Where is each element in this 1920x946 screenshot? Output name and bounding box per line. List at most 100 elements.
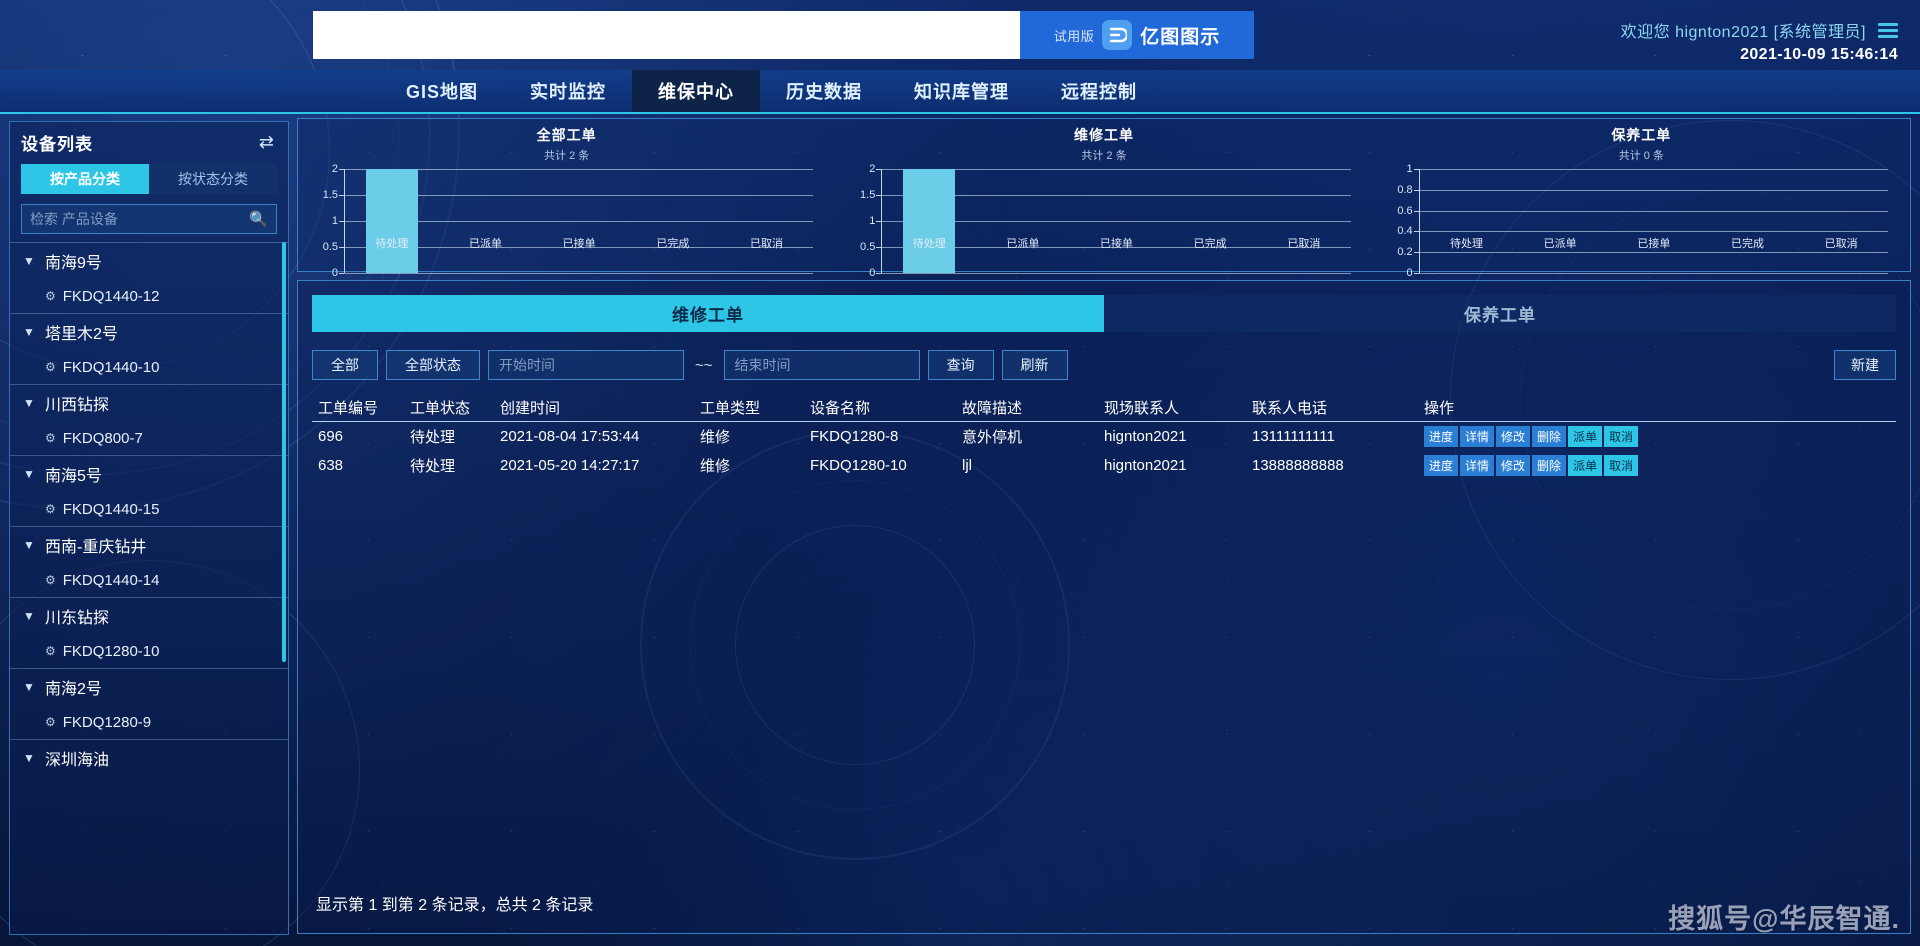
col-order-id[interactable]: 工单编号 — [312, 394, 404, 422]
tree-leaf-device[interactable]: ⚙ FKDQ1440-15 — [10, 492, 288, 526]
date-range-separator: ~~ — [695, 356, 713, 374]
refresh-button[interactable]: 刷新 — [1001, 350, 1068, 380]
edraw-logo-icon — [1102, 20, 1133, 50]
tree-leaf-device[interactable]: ⚙ FKDQ800-7 — [10, 421, 288, 455]
table-row[interactable]: 696 待处理 2021-08-04 17:53:44 维修 FKDQ1280-… — [312, 422, 1896, 452]
chart-y-tick — [1413, 169, 1419, 170]
tree-node-chuanxi[interactable]: ▼ 川西钻探 — [10, 385, 288, 421]
filter-all-button[interactable]: 全部 — [312, 350, 378, 380]
col-device-name[interactable]: 设备名称 — [804, 394, 956, 422]
action-detail-button[interactable]: 详情 — [1460, 455, 1495, 476]
col-order-type[interactable]: 工单类型 — [694, 394, 804, 422]
chart-bar — [365, 169, 419, 273]
tree-leaf-device[interactable]: ⚙ FKDQ1440-12 — [10, 279, 288, 313]
col-contact-phone[interactable]: 联系人电话 — [1246, 394, 1418, 422]
nav-item-maintenance-center[interactable]: 维保中心 — [632, 70, 761, 112]
col-fault-desc[interactable]: 故障描述 — [956, 394, 1098, 422]
table-header-row: 工单编号 工单状态 创建时间 工单类型 设备名称 故障描述 现场联系人 联系人电… — [312, 394, 1896, 422]
watermark-brand-label: 亿图图示 — [1140, 26, 1221, 48]
action-edit-button[interactable]: 修改 — [1496, 426, 1531, 447]
sidebar-scrollbar[interactable] — [282, 242, 286, 662]
chart-plot-area: 0 0.5 1 1.5 2 — [323, 163, 814, 279]
action-dispatch-button[interactable]: 派单 — [1568, 455, 1603, 476]
chart-y-tick-label: 0.8 — [1397, 183, 1413, 196]
cell-device-name: FKDQ1280-10 — [810, 457, 907, 474]
search-icon[interactable]: 🔍 — [249, 210, 268, 228]
device-icon: ⚙ — [45, 573, 56, 587]
chart-subtitle: 共计 2 条 — [1081, 150, 1127, 162]
tree-node-talimu2[interactable]: ▼ 塔里木2号 — [10, 314, 288, 350]
action-dispatch-button[interactable]: 派单 — [1568, 426, 1603, 447]
new-order-button[interactable]: 新建 — [1834, 350, 1896, 380]
chart-y-tick — [1413, 189, 1419, 191]
action-cancel-button[interactable]: 取消 — [1604, 426, 1639, 447]
tree-leaf-device[interactable]: ⚙ FKDQ1280-9 — [10, 705, 288, 739]
action-progress-button[interactable]: 进度 — [1424, 426, 1459, 447]
chart-repair-orders: 维修工单 共计 2 条 0 0.5 1 1.5 2 待处理 已派单 已接单 已完成 已取消 — [835, 119, 1372, 279]
chart-x-axis — [1418, 273, 1888, 274]
device-icon: ⚙ — [45, 715, 56, 729]
query-button[interactable]: 查询 — [927, 350, 994, 380]
start-time-field[interactable]: 开始时间 — [488, 350, 684, 380]
col-site-contact[interactable]: 现场联系人 — [1098, 394, 1246, 422]
tree-node-nanhai9[interactable]: ▼ 南海9号 — [10, 243, 288, 279]
col-order-status[interactable]: 工单状态 — [404, 394, 494, 422]
swap-arrows-icon[interactable]: ⇄ — [259, 133, 274, 151]
filter-status-button[interactable]: 全部状态 — [386, 350, 480, 380]
end-time-field[interactable]: 结束时间 — [723, 350, 920, 380]
action-delete-button[interactable]: 删除 — [1532, 426, 1567, 447]
col-created-time[interactable]: 创建时间 — [494, 394, 694, 422]
chevron-down-icon: ▼ — [23, 680, 35, 694]
tree-group: ▼ 塔里木2号 ⚙ FKDQ1440-10 — [10, 313, 288, 384]
chart-bar-slot — [976, 169, 1070, 273]
tree-node-shenzhen-haiyou[interactable]: ▼ 深圳海油 — [10, 740, 288, 776]
tree-node-label: 塔里木2号 — [45, 326, 118, 343]
tab-repair-orders[interactable]: 维修工单 — [312, 295, 1104, 332]
tree-node-nanhai2[interactable]: ▼ 南海2号 — [10, 669, 288, 705]
tree-leaf-device[interactable]: ⚙ FKDQ1440-14 — [10, 563, 288, 597]
hamburger-menu-icon[interactable] — [1878, 22, 1898, 38]
user-info-box: 欢迎您 hignton2021 [系统管理员] 2021-10-09 15:46… — [1621, 18, 1898, 64]
chart-bar-slot — [1607, 169, 1701, 273]
chart-bar-slot — [626, 169, 720, 273]
chevron-down-icon: ▼ — [23, 609, 35, 623]
tree-node-xinan-chongqing[interactable]: ▼ 西南-重庆钻井 — [10, 527, 288, 563]
action-detail-button[interactable]: 详情 — [1460, 426, 1495, 447]
tree-leaf-device[interactable]: ⚙ FKDQ1440-10 — [10, 350, 288, 384]
action-progress-button[interactable]: 进度 — [1424, 455, 1459, 476]
chart-y-tick-label: 0.2 — [1397, 246, 1413, 259]
chevron-down-icon: ▼ — [23, 325, 35, 339]
action-edit-button[interactable]: 修改 — [1496, 455, 1531, 476]
chart-x-tick-label: 待处理 — [375, 238, 409, 250]
device-search-input[interactable] — [30, 211, 250, 227]
nav-item-history-data[interactable]: 历史数据 — [760, 70, 888, 112]
sidebar-title: 设备列表 — [21, 134, 93, 154]
main-content: 全部工单 共计 2 条 0 0.5 1 1.5 2 待处理 已派单 已接单 已完成 已取消 维修… — [297, 118, 1911, 936]
nav-item-realtime-monitor[interactable]: 实时监控 — [504, 70, 632, 112]
tree-leaf-device[interactable]: ⚙ FKDQ1280-10 — [10, 634, 288, 668]
action-cancel-button[interactable]: 取消 — [1604, 455, 1639, 476]
end-time-placeholder: 结束时间 — [734, 357, 791, 373]
action-delete-button[interactable]: 删除 — [1532, 455, 1567, 476]
tree-node-label: 南海9号 — [45, 255, 102, 272]
order-type-tabs: 维修工单 保养工单 — [312, 295, 1896, 332]
tree-group: ▼ 川西钻探 ⚙ FKDQ800-7 — [10, 384, 288, 455]
table-row[interactable]: 638 待处理 2021-05-20 14:27:17 维修 FKDQ1280-… — [312, 451, 1896, 480]
nav-item-gis[interactable]: GIS地图 — [380, 70, 504, 112]
nav-item-knowledge-base[interactable]: 知识库管理 — [888, 70, 1035, 112]
col-operations[interactable]: 操作 — [1418, 394, 1896, 422]
chart-x-tick-label: 待处理 — [1449, 238, 1483, 250]
chart-bar — [902, 169, 956, 273]
filter-toolbar: 全部 全部状态 开始时间 ~~ 结束时间 查询 刷新 新建 — [312, 350, 1910, 380]
device-tree: ▼ 南海9号 ⚙ FKDQ1440-12 ▼ 塔里木2号 ⚙ FKDQ1440-… — [10, 242, 288, 946]
chart-y-tick-label: 0 — [869, 267, 876, 279]
tree-node-nanhai5[interactable]: ▼ 南海5号 — [10, 456, 288, 492]
sidebar-tab-by-status[interactable]: 按状态分类 — [149, 164, 277, 194]
cell-fault-desc: ljl — [962, 457, 972, 474]
chart-subtitle: 共计 0 条 — [1618, 150, 1664, 162]
nav-item-remote-control[interactable]: 远程控制 — [1035, 70, 1163, 112]
tree-node-label: 川东钻探 — [45, 610, 110, 627]
sidebar-tab-by-product[interactable]: 按产品分类 — [21, 164, 149, 194]
tab-maintenance-orders[interactable]: 保养工单 — [1104, 295, 1896, 332]
tree-node-chuandong[interactable]: ▼ 川东钻探 — [10, 598, 288, 634]
